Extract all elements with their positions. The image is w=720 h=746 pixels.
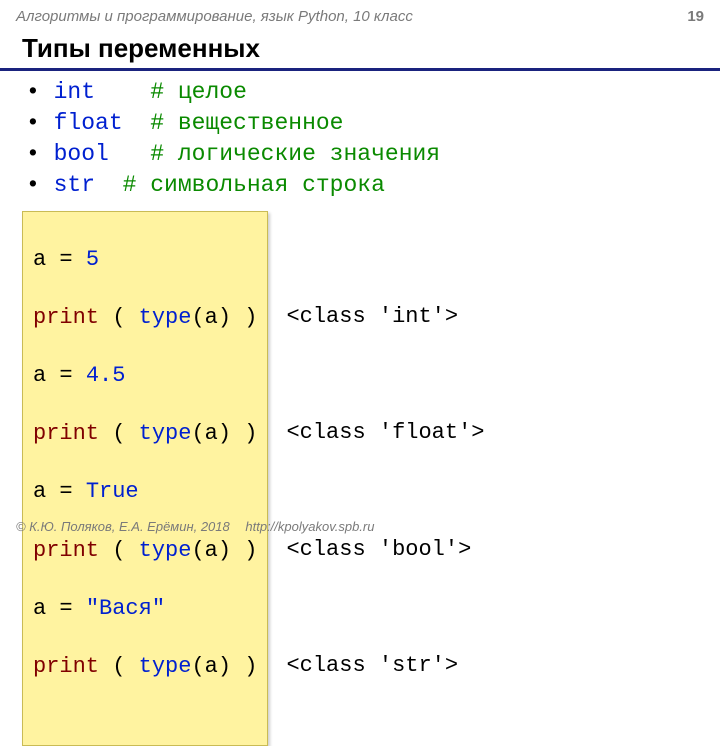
code-box: a = 5 print ( type(a) ) a = 4.5 print ( …	[22, 211, 268, 746]
code-line: a = 4.5	[33, 361, 257, 390]
list-item: • bool # логические значения	[26, 139, 704, 170]
code-line: a = "Вася"	[33, 594, 257, 623]
output-line: <class 'int'>	[286, 302, 484, 331]
output-line	[286, 360, 484, 389]
code-line: a = True	[33, 477, 257, 506]
page-number: 19	[687, 8, 704, 25]
output-line	[286, 593, 484, 622]
list-item: • str # символьная строка	[26, 170, 704, 201]
list-item: • float # вещественное	[26, 108, 704, 139]
code-line: a = 5	[33, 245, 257, 274]
slide-footer: © К.Ю. Поляков, Е.А. Ерёмин, 2018 http:/…	[16, 519, 374, 534]
output-column: <class 'int'> <class 'float'> <class 'bo…	[268, 211, 484, 746]
code-line: print ( type(a) )	[33, 303, 257, 332]
code-line: print ( type(a) )	[33, 652, 257, 681]
output-line	[286, 244, 484, 273]
code-example: a = 5 print ( type(a) ) a = 4.5 print ( …	[22, 211, 720, 746]
output-line	[286, 476, 484, 505]
output-line: <class 'bool'>	[286, 535, 484, 564]
course-title: Алгоритмы и программирование, язык Pytho…	[16, 8, 413, 25]
list-item: • int # целое	[26, 77, 704, 108]
type-list: • int # целое • float # вещественное • b…	[0, 77, 720, 201]
slide-header: Алгоритмы и программирование, язык Pytho…	[0, 0, 720, 29]
copyright: © К.Ю. Поляков, Е.А. Ерёмин, 2018	[16, 519, 230, 534]
output-line: <class 'str'>	[286, 651, 484, 680]
footer-url: http://kpolyakov.spb.ru	[245, 519, 374, 534]
code-line: print ( type(a) )	[33, 419, 257, 448]
output-line: <class 'float'>	[286, 418, 484, 447]
slide-title: Типы переменных	[0, 29, 720, 71]
